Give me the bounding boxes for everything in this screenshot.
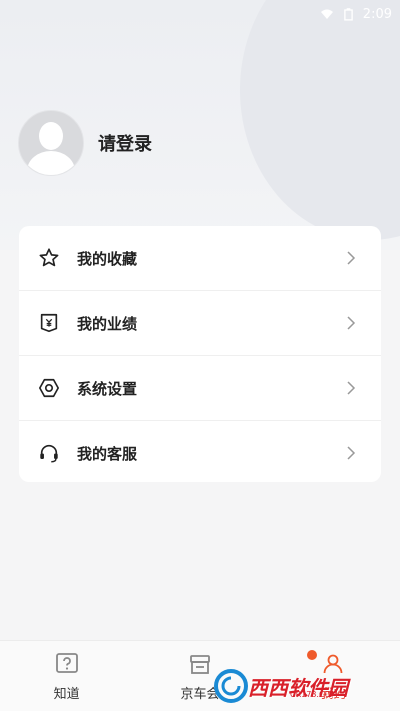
watermark-url: CR173.COM bbox=[290, 690, 338, 699]
menu-item-favorites[interactable]: 我的收藏 bbox=[19, 226, 381, 290]
notification-badge bbox=[307, 650, 317, 660]
wifi-icon bbox=[320, 9, 333, 19]
question-icon bbox=[55, 653, 78, 673]
profile-header[interactable]: 请登录 bbox=[18, 110, 152, 176]
status-time: 2:09 bbox=[362, 6, 392, 22]
tab-zhidao[interactable]: 知道 bbox=[0, 641, 133, 711]
status-bar: 2:09 bbox=[320, 0, 392, 28]
chevron-right-icon bbox=[347, 251, 356, 265]
menu-item-customer-service[interactable]: 我的客服 bbox=[19, 420, 381, 485]
cr-logo-icon bbox=[214, 669, 248, 703]
headset-icon bbox=[37, 441, 61, 465]
avatar[interactable] bbox=[18, 110, 84, 176]
settings-icon bbox=[37, 376, 61, 400]
watermark-logo: 西西软件园 CR173.COM bbox=[214, 666, 384, 706]
menu-item-performance[interactable]: 我的业绩 bbox=[19, 290, 381, 355]
login-link[interactable]: 请登录 bbox=[98, 130, 152, 156]
avatar-head bbox=[39, 122, 63, 150]
chevron-right-icon bbox=[347, 316, 356, 330]
avatar-shoulders bbox=[27, 151, 75, 175]
menu-item-label: 我的客服 bbox=[77, 444, 138, 463]
menu-card: 我的收藏 我的业绩 系统设置 我的客服 bbox=[19, 226, 381, 482]
performance-icon bbox=[37, 311, 61, 335]
menu-item-label: 我的业绩 bbox=[77, 314, 138, 333]
menu-item-label: 我的收藏 bbox=[77, 249, 138, 268]
menu-item-label: 系统设置 bbox=[77, 379, 138, 398]
star-icon bbox=[37, 246, 61, 270]
store-icon bbox=[190, 655, 210, 674]
menu-item-settings[interactable]: 系统设置 bbox=[19, 355, 381, 420]
chevron-right-icon bbox=[347, 446, 356, 460]
battery-icon bbox=[344, 7, 353, 21]
tab-label: 知道 bbox=[53, 687, 80, 702]
chevron-right-icon bbox=[347, 381, 356, 395]
header-swoosh-decoration bbox=[240, 0, 400, 240]
